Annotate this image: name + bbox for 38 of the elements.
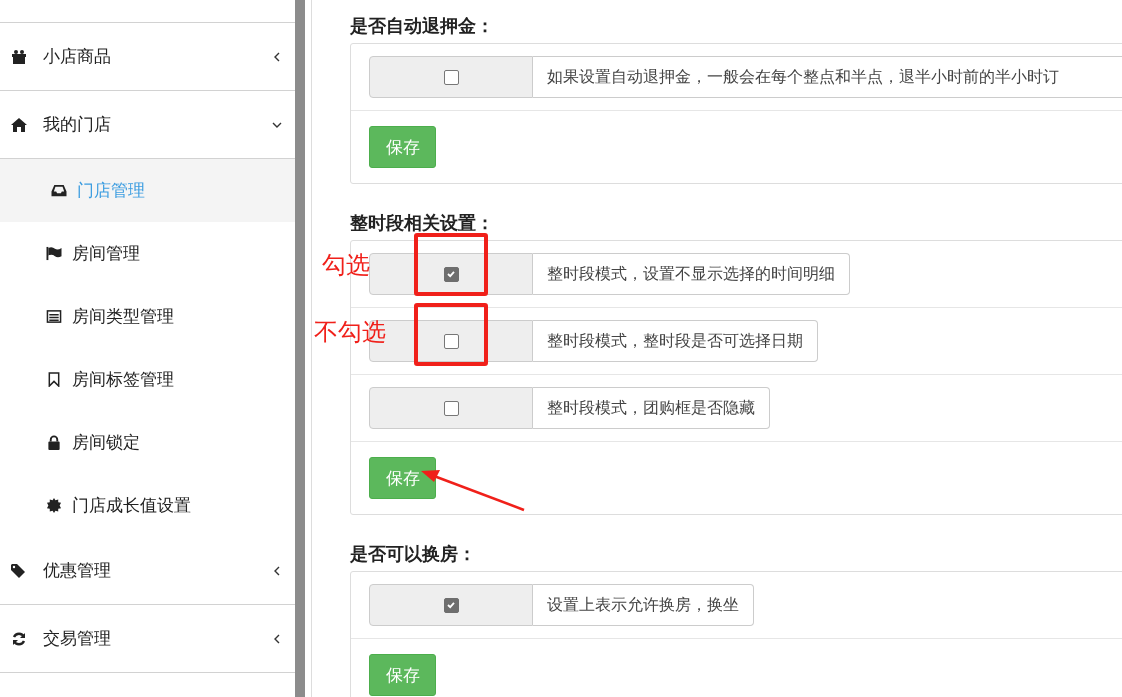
list-icon xyxy=(46,309,62,324)
submenu-label: 房间管理 xyxy=(72,243,140,265)
submenu-item[interactable]: 房间类型管理 xyxy=(0,285,295,348)
submenu-label: 房间标签管理 xyxy=(72,369,174,391)
bookmark-icon xyxy=(46,372,62,387)
checkbox[interactable] xyxy=(443,333,459,349)
checkbox[interactable] xyxy=(443,400,459,416)
checkbox[interactable] xyxy=(443,266,459,282)
submenu-label: 房间类型管理 xyxy=(72,306,174,328)
home-icon xyxy=(10,116,28,133)
inbox-icon xyxy=(51,183,67,198)
submenu-label: 门店管理 xyxy=(77,180,145,202)
checkbox[interactable] xyxy=(443,69,459,85)
submenu-label: 门店成长值设置 xyxy=(72,495,191,517)
checkbox[interactable] xyxy=(443,597,459,613)
section-title: 是否自动退押金： xyxy=(350,15,495,37)
submenu-item[interactable]: 房间标签管理 xyxy=(0,348,295,411)
tags-icon xyxy=(10,562,28,579)
badge-icon xyxy=(46,498,62,513)
submenu-item[interactable]: 门店成长值设置 xyxy=(0,474,295,537)
gift-icon xyxy=(10,48,28,65)
checkmark-icon xyxy=(446,269,456,279)
scrollbar[interactable] xyxy=(295,0,305,697)
menu-label: 优惠管理 xyxy=(43,560,112,582)
checkmark-icon xyxy=(446,600,456,610)
annotation-label: 不勾选 xyxy=(314,317,386,347)
annotation-label: 勾选 xyxy=(322,250,370,280)
submenu-item[interactable]: 房间管理 xyxy=(0,222,295,285)
submenu-item[interactable]: 房间锁定 xyxy=(0,411,295,474)
refresh-icon xyxy=(10,630,28,647)
menu-label: 小店商品 xyxy=(43,46,112,68)
menu-label: 交易管理 xyxy=(43,628,112,650)
section-title: 是否可以换房： xyxy=(350,543,477,565)
section-title: 整时段相关设置： xyxy=(350,212,495,234)
flag-icon xyxy=(46,246,62,261)
submenu-label: 房间锁定 xyxy=(72,432,140,454)
menu-label: 我的门店 xyxy=(43,114,112,136)
lock-icon xyxy=(46,435,62,450)
